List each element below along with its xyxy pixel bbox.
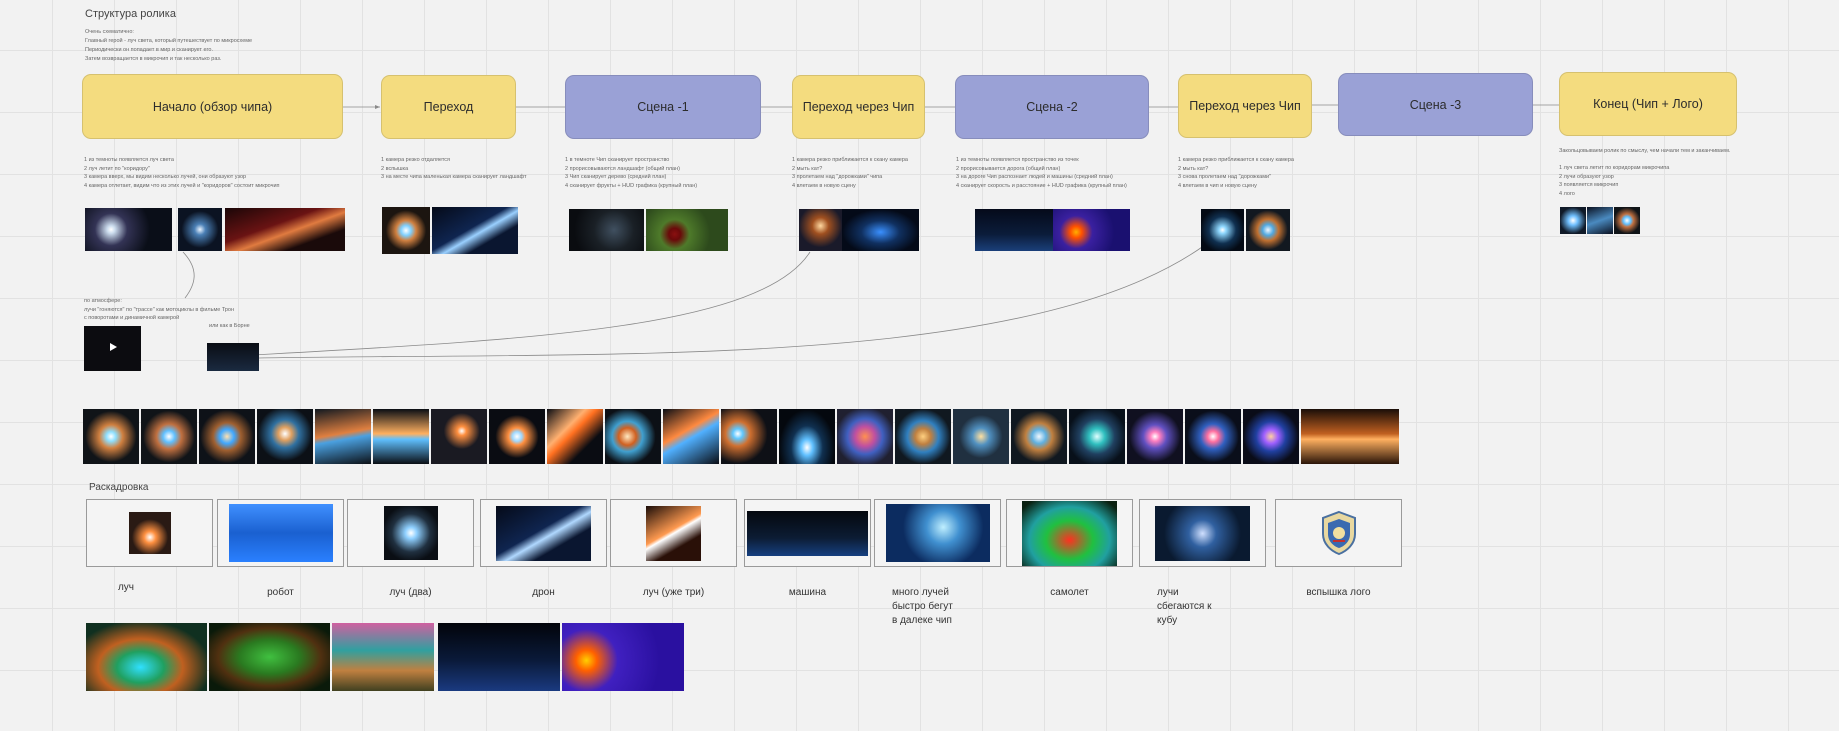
node-start[interactable]: Начало (обзор чипа) [82,74,343,139]
note-start: 1 из темноты появляется луч света 2 луч … [84,157,280,189]
storyboard-frame[interactable] [1275,499,1402,567]
node-transition[interactable]: Переход [381,75,516,139]
node-chip-transition-2[interactable]: Переход через Чип [1178,74,1312,138]
node-chip-transition-1[interactable]: Переход через Чип [792,75,925,139]
moodboard-image[interactable] [605,409,661,464]
ref-image-end-3[interactable] [1614,207,1640,234]
moodboard-image[interactable] [257,409,313,464]
storyboard-frame[interactable] [86,499,213,567]
ref-image-end-1[interactable] [1560,207,1586,234]
storyboard-frame[interactable] [217,499,344,567]
moodboard-image[interactable] [1069,409,1125,464]
logo-emblem [1319,510,1359,556]
storyboard-caption: луч (уже три) [642,587,705,598]
storyboard-frame[interactable] [1139,499,1266,567]
video-thumbnail-bourne[interactable] [207,343,259,371]
storyboard-frame[interactable] [874,499,1001,567]
storyboard-caption: вспышка лого [1306,587,1371,598]
storyboard-frame[interactable] [744,499,871,567]
city-points-image [747,510,868,556]
note-scene-1: 1 в темноте Чип сканирует пространство 2… [565,157,698,189]
video-thumbnail-tron[interactable] [84,326,141,371]
node-scene-3[interactable]: Сцена -3 [1338,73,1533,136]
lidar-terrain-image [1022,500,1117,566]
storyboard-caption: много лучей быстро бегут в далеке чип [892,587,953,626]
storyboard-caption: машина [788,587,827,598]
lidar-image-2[interactable] [209,623,330,691]
light-beam-image [128,512,171,554]
ref-image-scene1-1[interactable] [569,209,644,251]
ref-image-transition-2[interactable] [432,207,518,254]
moodboard-image[interactable] [199,409,255,464]
moodboard-image[interactable] [1011,409,1067,464]
moodboard-image[interactable] [1243,409,1299,464]
moodboard-image[interactable] [141,409,197,464]
chip-image [885,504,990,562]
moodboard-image[interactable] [547,409,603,464]
note-transition: 1 камера резко отдаляется 2 вспышка 3 на… [381,157,527,180]
storyboard-frame[interactable] [347,499,474,567]
robot-scan-image [228,504,333,562]
ref-note-bourne: или как в Борне [209,323,250,329]
ref-image-start-3[interactable] [225,208,345,251]
note-end: Закольцовываем ролик по смыслу, чем нача… [1559,148,1731,197]
note-chip-transition-1: 1 камера резко приближается к скану каме… [792,157,908,189]
ref-note-atmosphere: по атмосфере: лучи "гоняются" по "трассе… [84,298,235,321]
moodboard-image[interactable] [83,409,139,464]
ref-image-scene2-2[interactable] [1053,209,1130,251]
moodboard-image[interactable] [953,409,1009,464]
ref-image-chip2-1[interactable] [1201,209,1244,251]
ref-image-scene2-1[interactable] [975,209,1053,251]
ref-image-start-2[interactable] [178,208,222,251]
moodboard-image[interactable] [663,409,719,464]
storyboard-frame[interactable] [610,499,737,567]
node-scene-2[interactable]: Сцена -2 [955,75,1149,139]
storyboard-caption: луч (два) [389,587,432,598]
storyboard-caption: луч [117,582,135,593]
lidar-image-4[interactable] [438,623,560,691]
moodboard-image[interactable] [779,409,835,464]
storyboard-caption: лучи сбегаются к кубу [1157,587,1212,626]
lidar-image-1[interactable] [86,623,207,691]
light-streaks-image [646,505,701,561]
note-scene-2: 1 из темноты появляется пространство из … [956,157,1127,189]
ref-image-chip1-2[interactable] [842,209,919,251]
drone-image [496,505,591,561]
moodboard-image[interactable] [837,409,893,464]
circuit-cube-image [1155,505,1250,561]
moodboard-image[interactable] [895,409,951,464]
storyboard-frame[interactable] [480,499,607,567]
lidar-image-3[interactable] [332,623,434,691]
moodboard-image[interactable] [1127,409,1183,464]
ref-image-transition-1[interactable] [382,207,430,254]
moodboard-image[interactable] [373,409,429,464]
play-icon[interactable] [110,343,117,351]
storyboard-caption: робот [267,587,294,598]
thermal-image[interactable] [562,623,684,691]
storyboard-caption: дрон [532,587,555,598]
ref-image-start-1[interactable] [85,208,172,251]
ref-image-scene1-2[interactable] [646,209,728,251]
note-chip-transition-2: 1 камера резко приближается к скану каме… [1178,157,1294,189]
moodboard-image[interactable] [431,409,487,464]
storyboard-caption: самолет [1050,587,1089,598]
node-scene-1[interactable]: Сцена -1 [565,75,761,139]
light-beam-image [383,506,438,560]
ref-image-end-2[interactable] [1587,207,1613,234]
moodboard-image[interactable] [315,409,371,464]
ref-image-chip1-1[interactable] [799,209,842,251]
moodboard-image[interactable] [1301,409,1399,464]
moodboard-image[interactable] [489,409,545,464]
storyboard-title: Раскадровка [89,482,149,493]
node-end[interactable]: Конец (Чип + Лого) [1559,72,1737,136]
storyboard-frame[interactable] [1006,499,1133,567]
ref-image-chip2-2[interactable] [1246,209,1290,251]
moodboard-image[interactable] [1185,409,1241,464]
moodboard-image[interactable] [721,409,777,464]
